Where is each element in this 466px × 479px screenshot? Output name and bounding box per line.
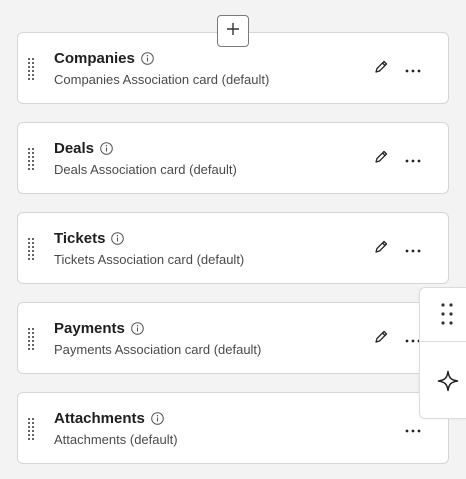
card-title: Companies bbox=[54, 50, 135, 67]
more-options-button[interactable] bbox=[403, 150, 423, 168]
drag-handle-icon[interactable] bbox=[27, 57, 35, 81]
side-tool-panel bbox=[419, 287, 466, 419]
side-panel-divider bbox=[420, 341, 466, 342]
more-options-button[interactable] bbox=[403, 420, 423, 438]
card-title: Payments bbox=[54, 320, 125, 337]
more-options-button[interactable] bbox=[403, 240, 423, 258]
ellipsis-icon bbox=[405, 240, 421, 258]
edit-card-button[interactable] bbox=[372, 330, 390, 348]
pencil-icon bbox=[374, 330, 388, 349]
info-icon[interactable] bbox=[151, 412, 164, 425]
association-card-deals: Deals Deals Association card (default) bbox=[17, 122, 449, 194]
drag-handle-icon[interactable] bbox=[27, 327, 35, 351]
more-options-button[interactable] bbox=[403, 60, 423, 78]
info-icon[interactable] bbox=[111, 232, 125, 245]
info-icon[interactable] bbox=[141, 52, 154, 65]
edit-card-button[interactable] bbox=[372, 150, 390, 168]
card-title: Attachments bbox=[54, 410, 145, 427]
association-card-tickets: Tickets Tickets Association card (defaul… bbox=[17, 212, 449, 284]
card-subtitle: Payments Association card (default) bbox=[54, 342, 262, 357]
card-subtitle: Deals Association card (default) bbox=[54, 162, 237, 177]
plus-icon bbox=[226, 22, 240, 41]
association-card-attachments: Attachments Attachments (default) bbox=[17, 392, 449, 464]
drag-handle-icon[interactable] bbox=[27, 237, 35, 261]
sparkle-icon[interactable] bbox=[437, 370, 459, 392]
drag-dots-icon[interactable] bbox=[440, 302, 454, 326]
drag-handle-icon[interactable] bbox=[27, 147, 35, 171]
card-subtitle: Companies Association card (default) bbox=[54, 72, 270, 87]
card-subtitle: Tickets Association card (default) bbox=[54, 252, 245, 267]
pencil-icon bbox=[374, 60, 388, 79]
ellipsis-icon bbox=[405, 420, 421, 438]
ellipsis-icon bbox=[405, 60, 421, 78]
pencil-icon bbox=[374, 150, 388, 169]
card-title: Tickets bbox=[54, 230, 106, 247]
info-icon[interactable] bbox=[131, 322, 144, 335]
pencil-icon bbox=[374, 240, 388, 259]
info-icon[interactable] bbox=[100, 142, 113, 155]
edit-card-button[interactable] bbox=[372, 240, 390, 258]
card-title: Deals bbox=[54, 140, 95, 157]
card-subtitle: Attachments (default) bbox=[54, 432, 178, 447]
drag-handle-icon[interactable] bbox=[27, 417, 35, 441]
association-card-payments: Payments Payments Association card (defa… bbox=[17, 302, 449, 374]
add-card-button[interactable] bbox=[217, 15, 249, 47]
ellipsis-icon bbox=[405, 150, 421, 168]
edit-card-button[interactable] bbox=[372, 60, 390, 78]
